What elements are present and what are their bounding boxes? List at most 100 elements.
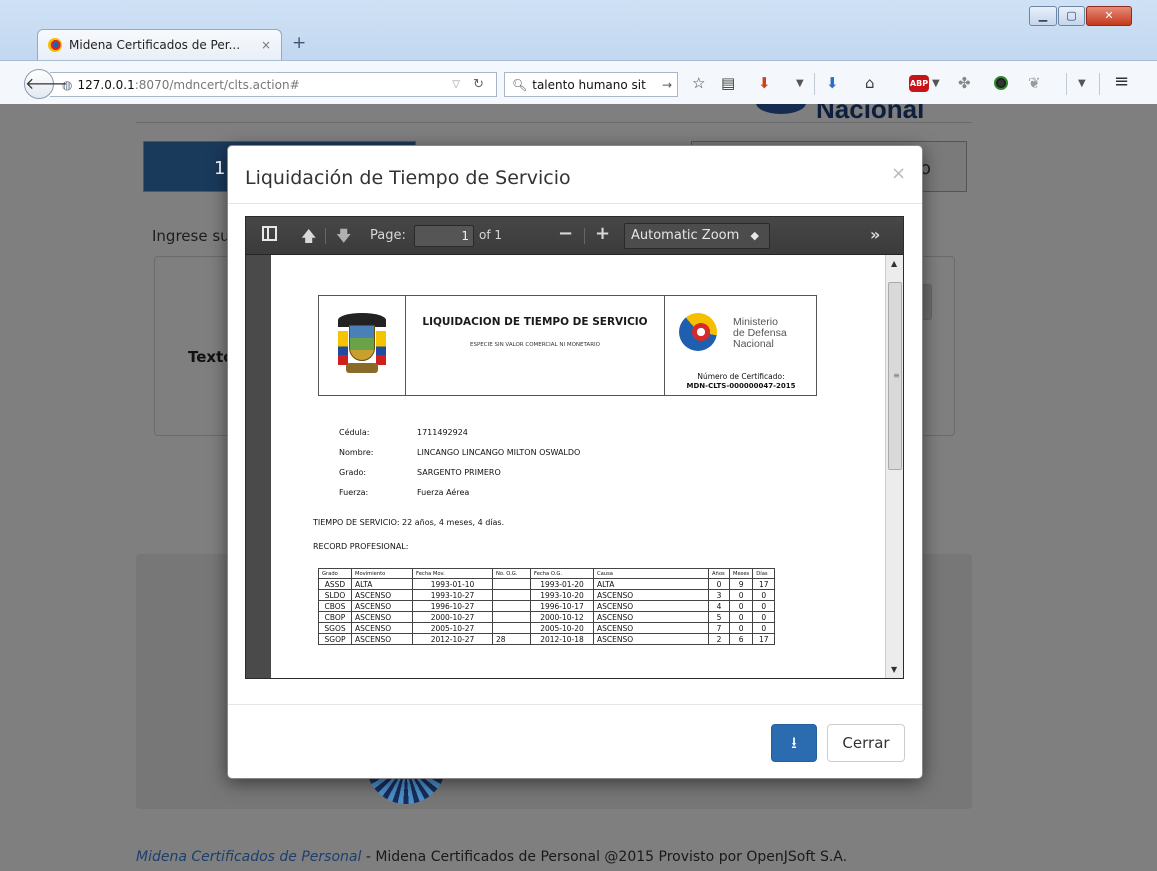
page-number-input[interactable]: 1 xyxy=(414,225,474,247)
col-meses: Meses xyxy=(728,568,754,579)
table-row: SLDO ASCENSO 1993-10-27 1993-10-20 ASCEN… xyxy=(318,589,776,601)
modal-title: Liquidación de Tiempo de Servicio xyxy=(245,167,571,189)
site-favicon-icon xyxy=(48,38,62,52)
zoom-select[interactable]: Automatic Zoom ◆ xyxy=(624,223,770,249)
download-icon[interactable]: ⬇ xyxy=(826,74,839,92)
cell-grado: CBOS xyxy=(318,600,352,612)
crest-base-icon xyxy=(346,363,378,373)
adblock-dropdown-icon[interactable]: ▼ xyxy=(932,78,940,89)
toolbar-separator xyxy=(325,228,326,244)
url-bar[interactable]: ◍ 127.0.0.1:8070/mdncert/clts.action# ▽ … xyxy=(50,72,497,97)
window-maximize-button[interactable]: ▢ xyxy=(1058,6,1085,26)
table-row: SGOP ASCENSO 2012-10-27 28 2012-10-18 AS… xyxy=(318,633,776,645)
toolbar-separator xyxy=(1066,73,1067,95)
flag-left-icon xyxy=(338,331,348,365)
previous-page-icon[interactable]: 🡅 xyxy=(301,226,316,251)
url-path: :8070/mdncert/clts.action# xyxy=(134,77,300,92)
scroll-grip-icon: ≡ xyxy=(893,371,900,380)
cell-no-og xyxy=(492,578,531,590)
extension-circle-icon[interactable] xyxy=(994,76,1008,90)
cell-meses: 0 xyxy=(728,622,754,634)
toolbar-separator xyxy=(814,73,815,95)
col-fecha-og: Fecha O.G. xyxy=(530,568,594,579)
back-button[interactable]: 🡐 xyxy=(24,69,68,99)
window-close-button[interactable]: ✕ xyxy=(1086,6,1132,26)
close-button[interactable]: Cerrar xyxy=(827,724,905,762)
table-row: CBOP ASCENSO 2000-10-27 2000-10-12 ASCEN… xyxy=(318,611,776,623)
adblock-plus-icon[interactable]: ABP xyxy=(909,75,929,92)
pocket-dropdown-icon[interactable]: ▼ xyxy=(796,78,804,89)
cell-grado: SGOP xyxy=(318,633,352,645)
certificate-modal: Liquidación de Tiempo de Servicio × 🡅 🡇 … xyxy=(227,145,923,779)
footer-link[interactable]: Midena Certificados de Personal xyxy=(136,849,361,865)
new-tab-button[interactable]: + xyxy=(292,33,306,53)
table-row: CBOS ASCENSO 1996-10-27 1996-10-17 ASCEN… xyxy=(318,600,776,612)
cell-dias: 0 xyxy=(752,611,776,623)
cell-meses: 6 xyxy=(728,633,754,645)
cell-fecha-og: 1993-01-20 xyxy=(530,578,594,590)
modal-footer: ⭳ Cerrar xyxy=(228,704,922,779)
cell-meses: 0 xyxy=(728,589,754,601)
cell-dias: 0 xyxy=(752,600,776,612)
table-header-row: Grado Movimiento Fecha Mov. No. O.G. Fec… xyxy=(318,568,776,579)
extension-dropdown-icon[interactable]: ▼ xyxy=(1078,78,1086,89)
ministry-name: Ministerio de Defensa Nacional xyxy=(733,317,787,350)
browser-tab-active[interactable]: Midena Certificados de Per... × xyxy=(37,29,282,60)
table-row: ASSD ALTA 1993-01-10 1993-01-20 ALTA 0 9… xyxy=(318,578,776,590)
tab-close-icon[interactable]: × xyxy=(261,38,271,52)
menu-icon[interactable]: ≡ xyxy=(1114,71,1129,92)
shield-icon xyxy=(349,325,375,361)
modal-close-icon[interactable]: × xyxy=(891,163,906,184)
cedula-value: 1711492924 xyxy=(417,428,468,437)
download-button[interactable]: ⭳ xyxy=(771,724,817,762)
col-causa: Causa xyxy=(593,568,709,579)
cell-no-og xyxy=(492,589,531,601)
col-grado: Grado xyxy=(318,568,352,579)
pdf-viewport[interactable]: LIQUIDACION DE TIEMPO DE SERVICIO ESPECI… xyxy=(246,255,903,678)
flag-right-icon xyxy=(376,331,386,365)
extension-icon[interactable]: ✤ xyxy=(958,74,971,92)
pdf-scrollbar[interactable]: ▲ ≡ ▼ xyxy=(885,255,903,678)
col-anios: Años xyxy=(708,568,730,579)
sidebar-toggle-icon[interactable] xyxy=(262,226,277,241)
logo-swoosh-icon xyxy=(756,104,806,114)
cell-no-og xyxy=(492,622,531,634)
download-icon: ⭳ xyxy=(791,733,797,752)
cell-movimiento: ASCENSO xyxy=(351,633,413,645)
cell-causa: ASCENSO xyxy=(593,600,709,612)
zoom-out-button[interactable]: − xyxy=(558,223,573,244)
cell-causa: ASCENSO xyxy=(593,622,709,634)
toolbar-separator xyxy=(584,228,585,244)
scroll-down-icon[interactable]: ▼ xyxy=(891,665,897,674)
window-minimize-button[interactable]: ▁ xyxy=(1029,6,1057,26)
logo-text: Nacional xyxy=(816,104,925,122)
reload-icon[interactable]: ↻ xyxy=(473,77,484,92)
cell-grado: SGOS xyxy=(318,622,352,634)
ministry-cell: Ministerio de Defensa Nacional Número de… xyxy=(664,296,816,395)
next-page-icon[interactable]: 🡇 xyxy=(336,226,351,251)
toolbar-separator xyxy=(1099,73,1100,95)
bookmark-star-icon[interactable]: ☆ xyxy=(692,74,705,92)
tools-menu-button[interactable]: » xyxy=(870,225,880,244)
col-no-og: No. O.G. xyxy=(492,568,531,579)
nombre-label: Nombre: xyxy=(339,448,374,457)
pdf-toolbar: 🡅 🡇 Page: 1 of 1 − + Automatic Zoom ◆ » xyxy=(246,217,903,255)
scrollbar-thumb[interactable]: ≡ xyxy=(888,282,902,470)
browser-chrome: Midena Certificados de Per... × + ▁ ▢ ✕ … xyxy=(0,0,1157,104)
search-go-icon[interactable]: → xyxy=(662,78,672,92)
home-icon[interactable]: ⌂ xyxy=(865,74,875,92)
certificate-number-label: Número de Certificado: xyxy=(697,372,785,381)
search-bar[interactable]: 🔍︎ talento humano sit → xyxy=(504,72,678,97)
zoom-in-button[interactable]: + xyxy=(595,223,610,244)
reading-list-icon[interactable]: ▤ xyxy=(721,74,735,92)
pocket-icon[interactable]: ⬇ xyxy=(758,74,771,92)
cell-fecha-mov: 1996-10-27 xyxy=(412,600,493,612)
url-history-dropdown-icon[interactable]: ▽ xyxy=(452,79,460,90)
cell-grado: ASSD xyxy=(318,578,352,590)
extension-feather-icon[interactable]: ❦ xyxy=(1028,74,1041,92)
document-header: LIQUIDACION DE TIEMPO DE SERVICIO ESPECI… xyxy=(318,295,817,396)
scroll-up-icon[interactable]: ▲ xyxy=(891,259,897,268)
cell-anios: 7 xyxy=(708,622,730,634)
col-dias: Días xyxy=(752,568,776,579)
grado-value: SARGENTO PRIMERO xyxy=(417,468,501,477)
